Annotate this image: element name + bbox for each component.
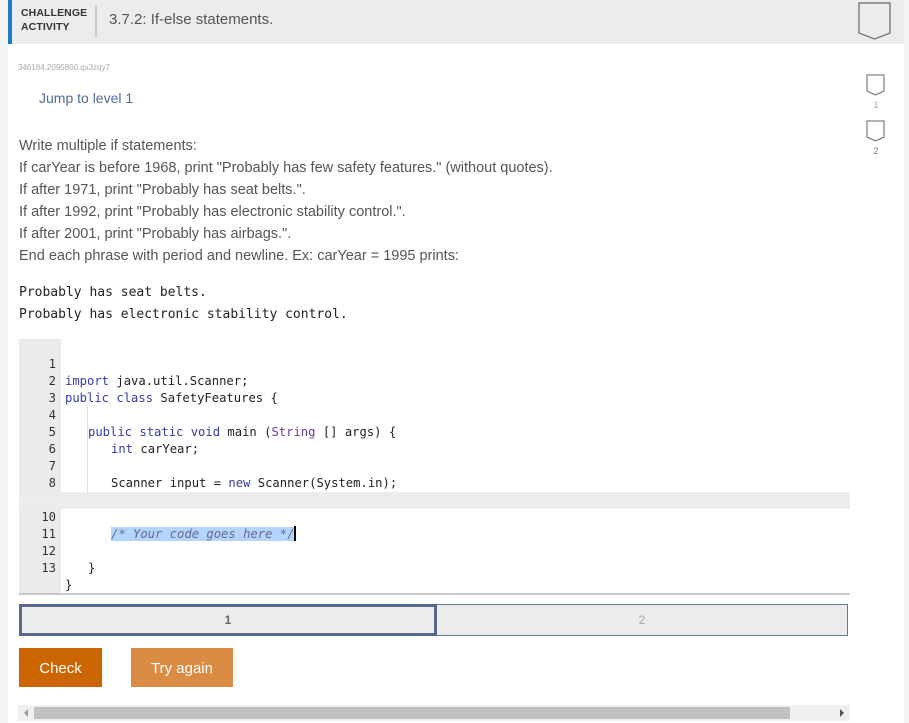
badge-line-2: ACTIVITY bbox=[21, 21, 70, 33]
level-1-shield-icon[interactable] bbox=[866, 74, 885, 96]
check-button[interactable]: Check bbox=[19, 648, 102, 687]
code-line[interactable]: 3 bbox=[19, 373, 850, 405]
level-2-shield-icon[interactable] bbox=[866, 120, 885, 142]
code-text: } bbox=[65, 578, 73, 592]
code-line[interactable]: 5 int carYear; bbox=[19, 407, 850, 456]
activity-title: 3.7.2: If-else statements. bbox=[109, 11, 274, 28]
scrollbar-thumb[interactable] bbox=[34, 707, 790, 719]
scroll-left-arrow-icon[interactable] bbox=[24, 709, 28, 717]
instructions: Write multiple if statements: If carYear… bbox=[19, 135, 553, 267]
code-line[interactable]: 12 } bbox=[19, 526, 850, 575]
level-progress-strip: 1 2 bbox=[850, 0, 904, 723]
side-level-1-label: 1 bbox=[873, 100, 879, 110]
instruction-line: If carYear is before 1968, print "Probab… bbox=[19, 160, 553, 176]
code-line[interactable]: 7 Scanner input = new Scanner(System.in)… bbox=[19, 441, 850, 490]
challenge-activity-badge: CHALLENGE ACTIVITY bbox=[21, 6, 87, 34]
code-editor[interactable]: 1 import java.util.Scanner; 2 public cla… bbox=[19, 339, 850, 595]
example-output-line: Probably has electronic stability contro… bbox=[19, 306, 348, 322]
code-line[interactable]: 6 bbox=[19, 424, 850, 456]
level-tab-2[interactable]: 2 bbox=[437, 604, 848, 636]
code-line-active[interactable]: 10 /* Your code goes here */ bbox=[19, 492, 850, 541]
level-tabs: 1 2 bbox=[19, 604, 848, 636]
activity-id: 346184.2095800.qx3zqy7 bbox=[18, 63, 111, 72]
level-tab-1[interactable]: 1 bbox=[19, 604, 437, 636]
instruction-line: Write multiple if statements: bbox=[19, 138, 197, 154]
code-line[interactable]: 8 carYear = input.nextInt(); bbox=[19, 458, 850, 507]
instruction-line: End each phrase with period and newline.… bbox=[19, 248, 459, 264]
side-level-2-label: 2 bbox=[873, 146, 879, 156]
code-line[interactable]: 9 bbox=[19, 475, 850, 507]
jump-to-level-link[interactable]: Jump to level 1 bbox=[39, 90, 133, 106]
code-line[interactable]: 2 public class SafetyFeatures { bbox=[19, 356, 850, 405]
scroll-right-arrow-icon[interactable] bbox=[840, 709, 844, 717]
code-line[interactable]: 13 } bbox=[19, 543, 850, 592]
line-number: 13 bbox=[41, 561, 56, 575]
right-margin bbox=[904, 0, 909, 723]
left-margin bbox=[0, 0, 8, 723]
instruction-line: If after 2001, print "Probably has airba… bbox=[19, 226, 292, 242]
header-divider bbox=[95, 5, 97, 37]
example-output: Probably has seat belts. Probably has ele… bbox=[19, 282, 348, 325]
code-text: } bbox=[88, 561, 96, 575]
code-lines[interactable]: 1 import java.util.Scanner; 2 public cla… bbox=[19, 339, 850, 592]
example-output-line: Probably has seat belts. bbox=[19, 285, 207, 300]
activity-header: CHALLENGE ACTIVITY 3.7.2: If-else statem… bbox=[8, 0, 850, 44]
badge-line-1: CHALLENGE bbox=[21, 7, 88, 19]
instruction-line: If after 1992, print "Probably has elect… bbox=[19, 204, 406, 220]
code-line[interactable]: 4 public static void main (String [] arg… bbox=[19, 390, 850, 439]
code-line[interactable]: 1 import java.util.Scanner; bbox=[19, 339, 850, 388]
code-line[interactable]: 11 bbox=[19, 509, 850, 541]
horizontal-scrollbar[interactable] bbox=[18, 705, 850, 721]
try-again-button[interactable]: Try again bbox=[131, 648, 233, 687]
instruction-line: If after 1971, print "Probably has seat … bbox=[19, 182, 306, 198]
completion-shield-icon bbox=[858, 2, 891, 40]
